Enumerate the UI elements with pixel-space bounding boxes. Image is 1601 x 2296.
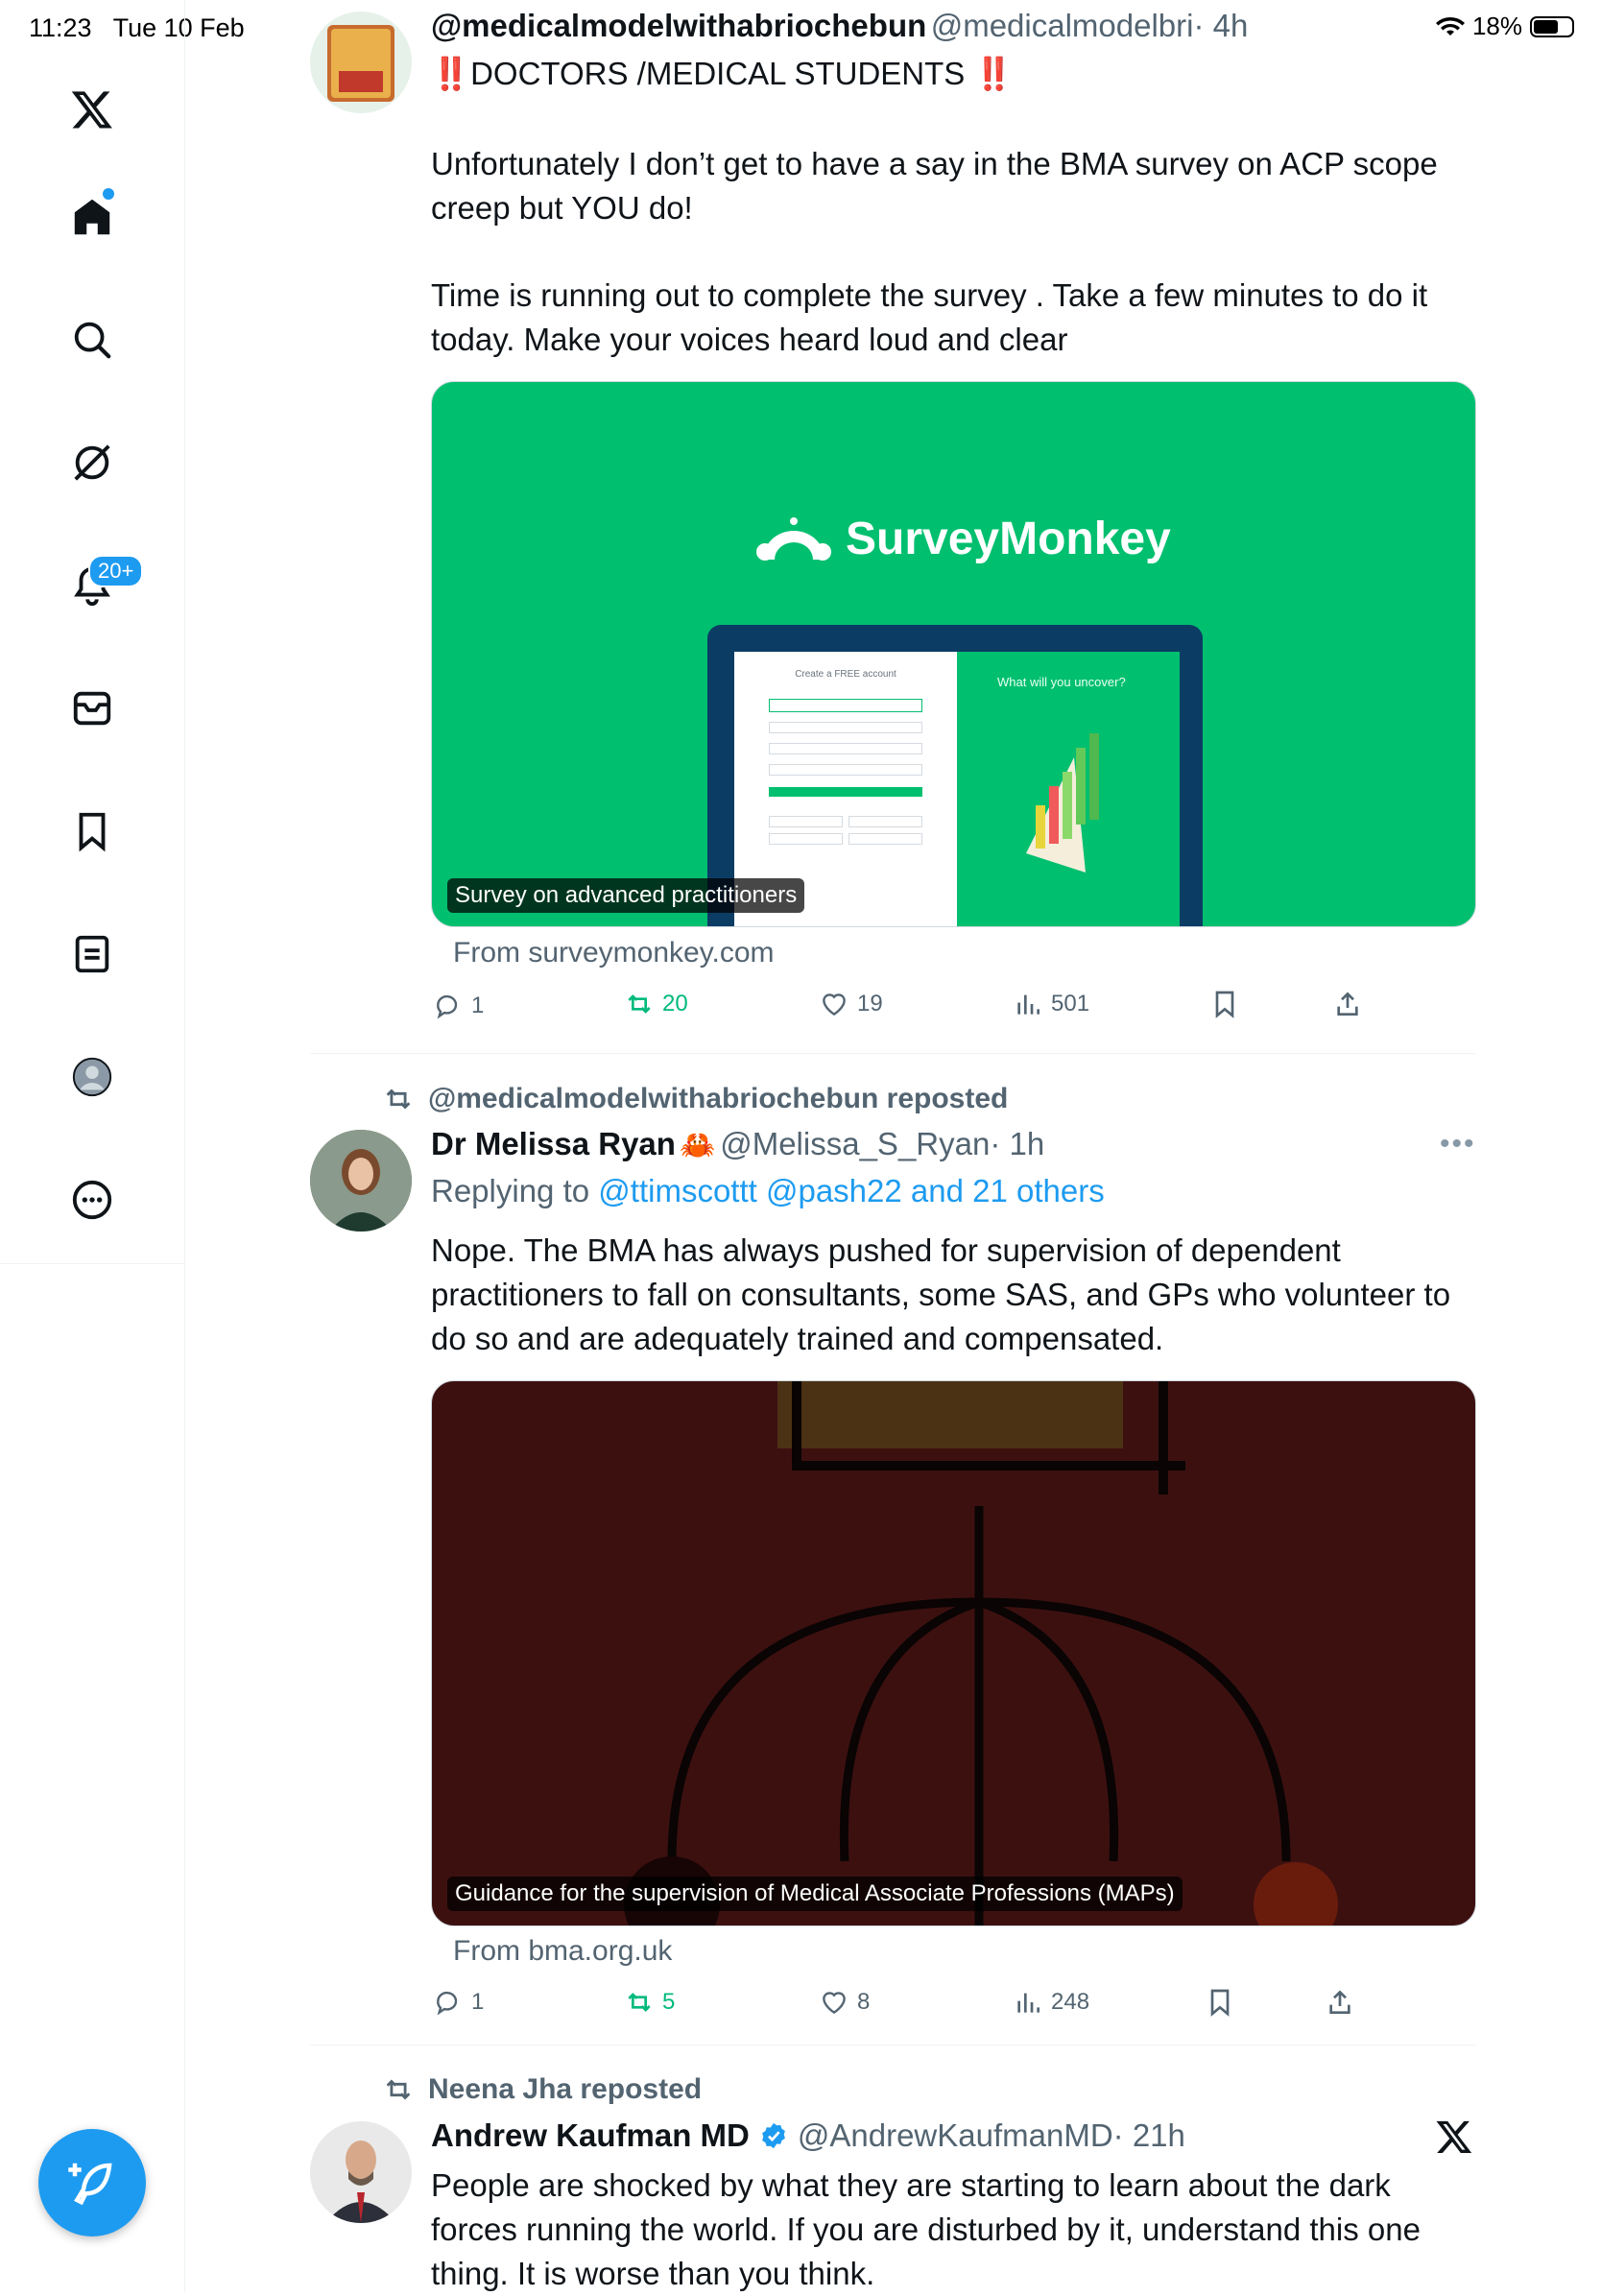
views-count: 501 bbox=[1051, 991, 1090, 1016]
author-handle[interactable]: @medicalmodelbri bbox=[931, 8, 1194, 43]
reply-count: 1 bbox=[471, 993, 485, 1018]
views-icon bbox=[1017, 1993, 1039, 2013]
card-caption: Survey on advanced practitioners bbox=[447, 878, 805, 913]
tweet-header: Andrew Kaufman MD @AndrewKaufmanMD· 21h bbox=[431, 2117, 1185, 2154]
author-handle[interactable]: @AndrewKaufmanMD· 21h bbox=[798, 2117, 1185, 2154]
like-button[interactable]: 19 bbox=[819, 989, 883, 1019]
tweet-divider bbox=[310, 1053, 1475, 1054]
views-button[interactable]: 501 bbox=[1013, 989, 1089, 1019]
like-count: 19 bbox=[857, 991, 883, 1016]
heart-icon bbox=[823, 993, 846, 1016]
card-source[interactable]: From bma.org.uk bbox=[453, 1935, 672, 1968]
repost-button[interactable]: 5 bbox=[624, 1987, 675, 2018]
share-icon bbox=[1329, 1990, 1350, 2014]
tweet-text-line1: ‼️DOCTORS /MEDICAL STUDENTS ‼️ bbox=[431, 56, 1014, 91]
compose-post-button[interactable] bbox=[38, 2129, 146, 2236]
share-button[interactable] bbox=[1325, 1987, 1355, 2018]
bookmark-icon bbox=[1215, 991, 1234, 1018]
repost-icon bbox=[628, 994, 651, 1014]
repost-count: 5 bbox=[662, 1989, 676, 2015]
repost-button[interactable]: 20 bbox=[624, 989, 688, 1019]
tweet-text: People are shocked by what they are star… bbox=[431, 2167, 1421, 2291]
heart-icon bbox=[823, 1992, 846, 2015]
bookmark-icon bbox=[1210, 1989, 1230, 2017]
battery-percent: 18% bbox=[1471, 12, 1522, 40]
card-caption: Guidance for the supervision of Medical … bbox=[447, 1877, 1183, 1911]
tweet-header: Dr Melissa Ryan 🦀 @Melissa_S_Ryan· 1h bbox=[431, 1126, 1044, 1162]
more-options-icon[interactable]: ••• bbox=[1440, 1128, 1476, 1160]
reply-icon bbox=[437, 994, 458, 1019]
tweet-header: @medicalmodelwithabriochebun @medicalmod… bbox=[431, 8, 1248, 44]
replying-to: Replying to @ttimscottt @pash22 and 21 o… bbox=[431, 1173, 1105, 1208]
form-title: Create a FREE account bbox=[795, 669, 896, 680]
sidebar-divider bbox=[184, 1263, 185, 2292]
tweet-text-para3: Time is running out to complete the surv… bbox=[431, 277, 1428, 357]
repost-context: Neena Jha reposted bbox=[382, 2073, 702, 2106]
wifi-icon bbox=[1435, 16, 1465, 36]
bma-illustration bbox=[624, 1381, 1338, 1925]
views-icon bbox=[1017, 994, 1039, 1015]
bookmarks-icon[interactable] bbox=[61, 801, 123, 862]
share-icon bbox=[1337, 992, 1358, 1016]
bar-chart-illustration bbox=[1026, 733, 1099, 873]
tweet-time[interactable]: · 4h bbox=[1193, 8, 1248, 43]
battery-icon bbox=[1530, 15, 1574, 37]
share-button[interactable] bbox=[1332, 989, 1363, 1019]
tweet-time[interactable]: · 1h bbox=[990, 1126, 1044, 1161]
views-button[interactable]: 248 bbox=[1013, 1987, 1089, 2018]
lists-icon[interactable] bbox=[61, 923, 123, 985]
promo-text: What will you uncover? bbox=[997, 675, 1126, 689]
reply-icon bbox=[437, 1991, 458, 2016]
compose-feather-icon bbox=[68, 2163, 112, 2206]
repost-icon bbox=[628, 1993, 651, 2012]
reply-button[interactable]: 1 bbox=[433, 1987, 484, 2018]
reply-button[interactable]: 1 bbox=[433, 991, 484, 1021]
author-name[interactable]: Dr Melissa Ryan bbox=[431, 1126, 676, 1161]
x-brand-icon bbox=[1435, 2117, 1473, 2161]
messages-icon[interactable] bbox=[61, 678, 123, 739]
grok-icon[interactable] bbox=[61, 432, 123, 493]
repost-context: @medicalmodelwithabriochebun reposted bbox=[382, 1083, 1008, 1115]
repost-context-icon bbox=[386, 1088, 411, 1110]
search-icon[interactable] bbox=[61, 309, 123, 371]
reply-count: 1 bbox=[471, 1989, 485, 2015]
more-icon[interactable] bbox=[61, 1169, 123, 1231]
tweet-text: Nope. The BMA has always pushed for supe… bbox=[431, 1232, 1451, 1356]
crab-emoji: 🦀 bbox=[680, 1130, 716, 1161]
like-count: 8 bbox=[857, 1989, 871, 2015]
status-right: 18% bbox=[1435, 12, 1574, 41]
promo-panel: What will you uncover? bbox=[957, 652, 1180, 926]
verified-badge-icon bbox=[761, 2122, 785, 2149]
bookmark-button[interactable] bbox=[1209, 989, 1240, 1019]
notifications-badge: 20+ bbox=[88, 555, 144, 587]
author-name[interactable]: @medicalmodelwithabriochebun bbox=[431, 8, 926, 43]
tweet-avatar[interactable] bbox=[310, 1130, 412, 1232]
author-handle[interactable]: @Melissa_S_Ryan bbox=[720, 1126, 990, 1161]
repost-context-icon bbox=[386, 2079, 411, 2100]
tweet-avatar[interactable] bbox=[310, 2121, 412, 2223]
views-count: 248 bbox=[1051, 1989, 1090, 2015]
tweet-avatar[interactable] bbox=[310, 12, 412, 113]
profile-avatar-icon[interactable] bbox=[61, 1046, 123, 1108]
repost-count: 20 bbox=[662, 991, 688, 1016]
author-name[interactable]: Andrew Kaufman MD bbox=[431, 2117, 750, 2154]
surveymonkey-logo: SurveyMonkey bbox=[753, 512, 1171, 565]
bookmark-button[interactable] bbox=[1205, 1987, 1235, 2018]
link-card-image[interactable]: Guidance for the supervision of Medical … bbox=[431, 1380, 1476, 1926]
surveymonkey-logo-icon bbox=[756, 517, 831, 561]
home-unread-dot bbox=[103, 188, 114, 200]
tweet-text-para2: Unfortunately I don’t get to have a say … bbox=[431, 146, 1438, 226]
x-logo-icon[interactable] bbox=[61, 79, 123, 140]
link-card-image[interactable]: SurveyMonkey Create a FREE account What … bbox=[431, 381, 1476, 927]
replying-to-links[interactable]: @ttimscottt @pash22 and 21 others bbox=[598, 1173, 1104, 1208]
card-source[interactable]: From surveymonkey.com bbox=[453, 937, 775, 969]
like-button[interactable]: 8 bbox=[819, 1987, 870, 2018]
